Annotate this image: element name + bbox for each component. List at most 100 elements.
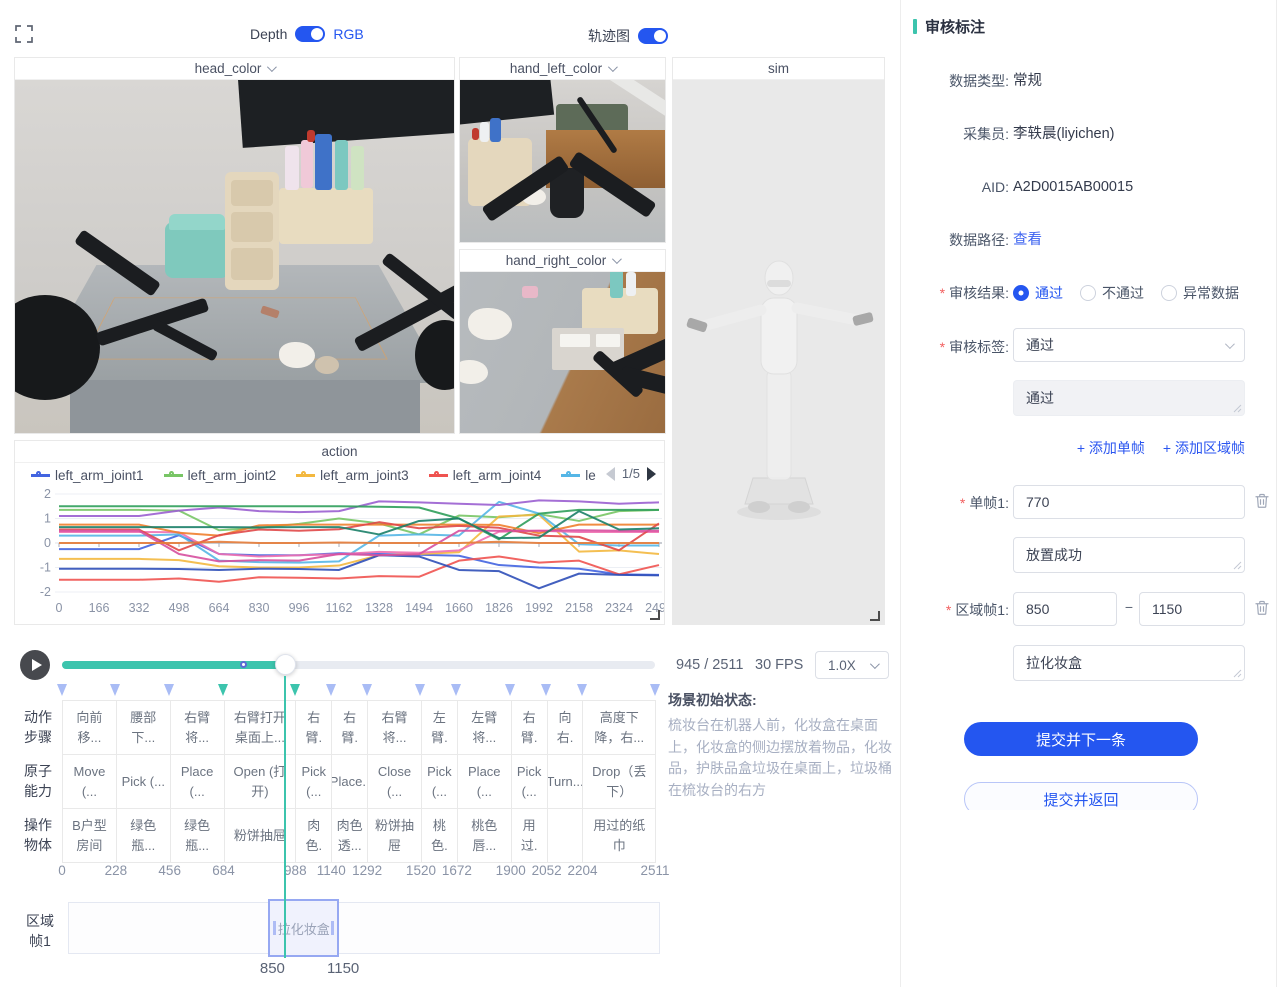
ability-cell[interactable]: Pick (... xyxy=(295,754,332,809)
ability-cell[interactable]: Move (... xyxy=(62,754,117,809)
segment-marker-icon[interactable] xyxy=(218,684,228,696)
step-cell[interactable]: 右臂. xyxy=(295,700,332,755)
step-cell[interactable]: 右臂. xyxy=(331,700,368,755)
region-track[interactable] xyxy=(68,902,660,954)
radio-option-fail[interactable]: 不通过 xyxy=(1080,283,1144,303)
segment-marker-icon[interactable] xyxy=(577,684,587,696)
review-tag-note[interactable]: 通过 xyxy=(1013,380,1245,416)
hand-left-camera-selector[interactable]: hand_left_color xyxy=(460,58,665,80)
object-cell[interactable]: 肉色. xyxy=(295,808,332,863)
segment-marker-icon[interactable] xyxy=(415,684,425,696)
single-frame-input[interactable] xyxy=(1013,485,1245,519)
step-cell[interactable]: 左臂将... xyxy=(457,700,512,755)
single-frame-desc-wrap: 放置成功 xyxy=(1013,537,1245,573)
step-cell[interactable]: 右臂将... xyxy=(367,700,422,755)
playback-slider[interactable] xyxy=(62,661,655,669)
object-cell[interactable]: 绿色瓶... xyxy=(116,808,171,863)
depth-rgb-switch[interactable] xyxy=(295,26,325,42)
step-cell[interactable]: 腰部下... xyxy=(116,700,171,755)
add-frame-links: + 添加单帧 + 添加区域帧 xyxy=(1013,438,1245,458)
hand-right-camera-selector[interactable]: hand_right_color xyxy=(460,250,665,272)
head-camera-selector[interactable]: head_color xyxy=(15,58,454,80)
legend-item[interactable]: left_arm_joint1 xyxy=(31,468,144,483)
segment-marker-icon[interactable] xyxy=(110,684,120,696)
region-frame-desc[interactable]: 拉化妆盒 xyxy=(1013,645,1245,681)
step-cell[interactable]: 高度下降，右... xyxy=(582,700,656,755)
object-cell[interactable]: 粉饼抽屉 xyxy=(367,808,422,863)
legend-item[interactable]: left_arm_joint4 xyxy=(429,468,542,483)
ability-cell[interactable]: Pick (... xyxy=(421,754,458,809)
segment-marker-icon[interactable] xyxy=(451,684,461,696)
region-start-input[interactable] xyxy=(1013,592,1117,626)
submit-return-button[interactable]: 提交并返回 xyxy=(964,782,1198,810)
radio-option-abnormal[interactable]: 异常数据 xyxy=(1161,283,1239,303)
segment-marker-icon[interactable] xyxy=(541,684,551,696)
object-cell[interactable]: 桃色唇... xyxy=(457,808,512,863)
step-cell[interactable]: 右臂将... xyxy=(170,700,225,755)
ability-cell[interactable]: Turn... xyxy=(547,754,584,809)
object-cell[interactable]: B户型房间 xyxy=(62,808,117,863)
aid-row: AID: A2D0015AB00015 xyxy=(901,177,1133,197)
submit-next-button[interactable]: 提交并下一条 xyxy=(964,722,1198,756)
step-cell[interactable]: 向右. xyxy=(547,700,584,755)
speed-select[interactable]: 1.0X xyxy=(815,651,889,679)
delete-single-frame-icon[interactable] xyxy=(1253,491,1271,510)
legend-item[interactable]: left_arm_joint3 xyxy=(296,468,409,483)
review-tag-select[interactable]: 通过 xyxy=(1013,328,1245,362)
region-handle-left[interactable] xyxy=(273,921,276,935)
segment-marker-icon[interactable] xyxy=(505,684,515,696)
annotation-review-app: Depth RGB 轨迹图 head_color xyxy=(0,0,1280,987)
segment-marker-icon[interactable] xyxy=(57,684,67,696)
segment-marker-icon[interactable] xyxy=(164,684,174,696)
region-frame-box[interactable]: 拉化妆盒 xyxy=(268,899,339,957)
segment-marker-icon[interactable] xyxy=(362,684,372,696)
object-cell[interactable]: 桃色. xyxy=(421,808,458,863)
object-cell[interactable]: 肉色透... xyxy=(331,808,368,863)
panel-scrollbar-track[interactable] xyxy=(1276,0,1277,987)
trajectory-switch[interactable] xyxy=(638,28,668,44)
data-path-link[interactable]: 查看 xyxy=(1013,230,1042,250)
step-cell[interactable]: 右臂. xyxy=(511,700,548,755)
slider-handle[interactable] xyxy=(275,654,296,675)
add-region-frame-link[interactable]: + 添加区域帧 xyxy=(1163,438,1245,458)
play-button[interactable] xyxy=(20,650,50,680)
resize-handle-icon[interactable] xyxy=(650,610,660,620)
chevron-down-icon xyxy=(1225,339,1235,349)
single-frame-desc[interactable]: 放置成功 xyxy=(1013,537,1245,573)
legend-next-icon[interactable] xyxy=(647,467,656,481)
ability-cell[interactable]: Pick (... xyxy=(116,754,171,809)
ability-cell[interactable]: Place.. xyxy=(331,754,368,809)
legend-item[interactable]: le xyxy=(561,468,596,483)
resize-handle-icon[interactable] xyxy=(870,611,880,621)
radio-option-pass[interactable]: 通过 xyxy=(1013,283,1063,303)
cosmetic-tube xyxy=(626,272,636,296)
ability-cell[interactable]: Close (... xyxy=(367,754,422,809)
svg-text:166: 166 xyxy=(89,601,110,615)
ability-cell[interactable]: Drop（丢下） xyxy=(582,754,656,809)
region-handle-right[interactable] xyxy=(331,921,334,935)
legend-prev-icon[interactable] xyxy=(606,467,615,481)
add-single-frame-link[interactable]: + 添加单帧 xyxy=(1077,438,1145,458)
segment-marker-icon[interactable] xyxy=(650,684,660,696)
cosmetic-tube xyxy=(335,140,348,190)
segment-marker-icon[interactable] xyxy=(326,684,336,696)
segment-marker-icon[interactable] xyxy=(290,684,300,696)
object-cell[interactable]: 绿色瓶... xyxy=(170,808,225,863)
object-cell[interactable]: 用过. xyxy=(511,808,548,863)
ability-cell[interactable]: Place (... xyxy=(170,754,225,809)
submit-return-wrap: 提交并返回 xyxy=(964,782,1198,810)
step-cell[interactable]: 左臂. xyxy=(421,700,458,755)
object-cell[interactable] xyxy=(547,808,584,863)
region-end-input[interactable] xyxy=(1139,592,1245,626)
ability-cell[interactable]: Pick (... xyxy=(511,754,548,809)
ability-cell[interactable]: Place (... xyxy=(457,754,512,809)
delete-region-frame-icon[interactable] xyxy=(1253,598,1271,617)
sim-title-bar: sim xyxy=(673,58,884,80)
legend-item[interactable]: left_arm_joint2 xyxy=(164,468,277,483)
step-cell[interactable]: 向前移... xyxy=(62,700,117,755)
legend-marker-icon xyxy=(296,474,315,477)
fullscreen-icon[interactable] xyxy=(14,24,34,44)
object-cell[interactable]: 用过的纸巾 xyxy=(582,808,656,863)
slider-progress xyxy=(62,661,285,669)
hand-right-camera-title: hand_right_color xyxy=(506,253,607,268)
